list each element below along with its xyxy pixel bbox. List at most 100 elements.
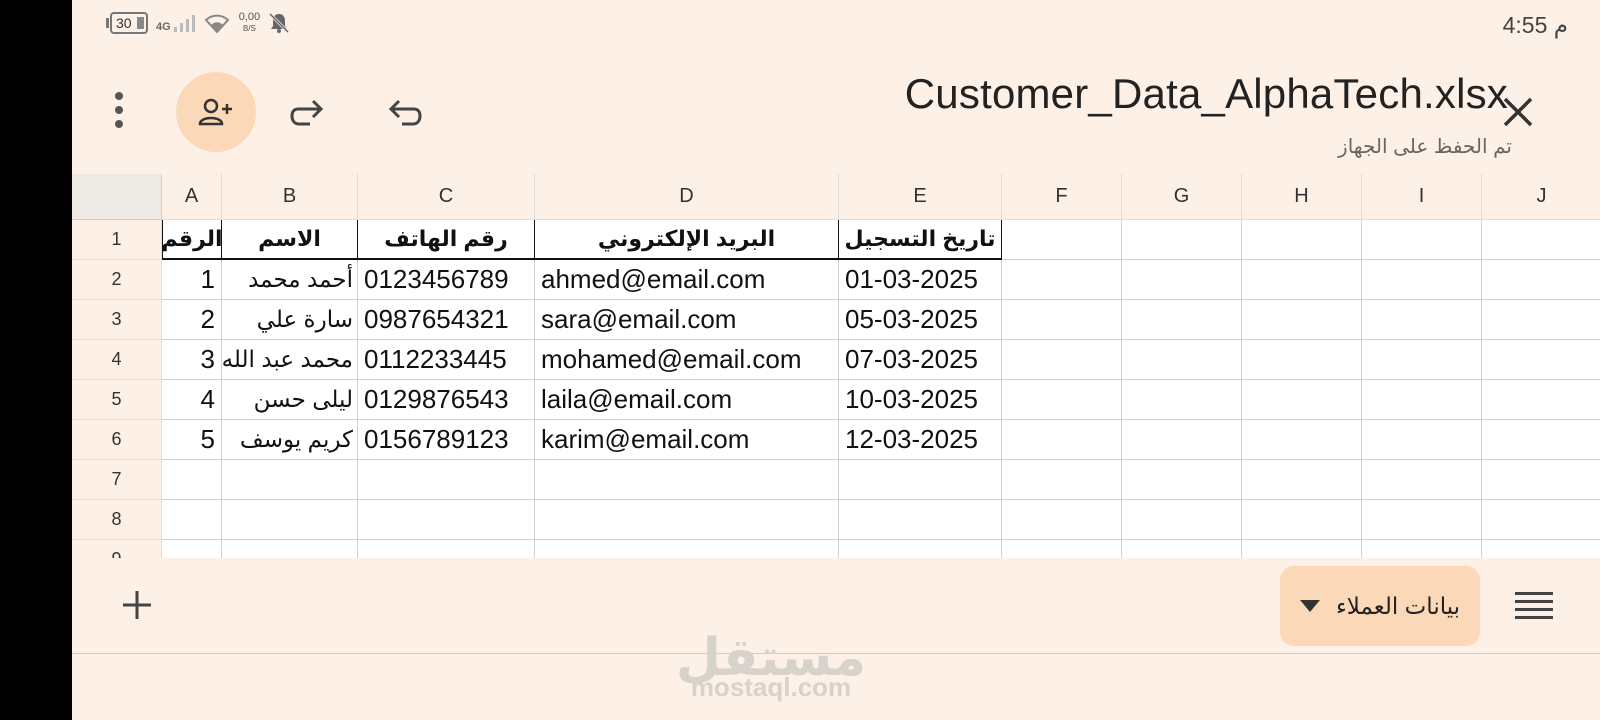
close-button[interactable] xyxy=(1488,82,1548,142)
cell-j1[interactable] xyxy=(1482,220,1600,260)
cell-c8[interactable] xyxy=(358,500,535,540)
column-header-c[interactable]: C xyxy=(358,174,535,220)
cell-e3[interactable]: 05-03-2025 xyxy=(839,300,1002,340)
cell-b3[interactable]: سارة علي xyxy=(222,300,358,340)
cell-g5[interactable] xyxy=(1122,380,1242,420)
cell-d4[interactable]: mohamed@email.com xyxy=(535,340,839,380)
cell-a8[interactable] xyxy=(162,500,222,540)
add-sheet-button[interactable] xyxy=(112,580,162,630)
cell-d7[interactable] xyxy=(535,460,839,500)
row-header-6[interactable]: 6 xyxy=(72,420,162,460)
cell-a9[interactable] xyxy=(162,540,222,558)
spreadsheet-grid[interactable]: ABCDEFGHIJ 123456789 الرقم12345 الاسمأحمد م… xyxy=(72,174,1600,558)
cell-a2[interactable]: 1 xyxy=(162,260,222,300)
cell-i4[interactable] xyxy=(1362,340,1482,380)
cell-j8[interactable] xyxy=(1482,500,1600,540)
cell-h6[interactable] xyxy=(1242,420,1362,460)
cell-j6[interactable] xyxy=(1482,420,1600,460)
cell-a6[interactable]: 5 xyxy=(162,420,222,460)
sheet-list-button[interactable] xyxy=(1512,584,1556,628)
cell-c5[interactable]: 0129876543 xyxy=(358,380,535,420)
cell-g4[interactable] xyxy=(1122,340,1242,380)
cell-c4[interactable]: 0112233445 xyxy=(358,340,535,380)
cell-d5[interactable]: laila@email.com xyxy=(535,380,839,420)
cell-e2[interactable]: 01-03-2025 xyxy=(839,260,1002,300)
cell-f2[interactable] xyxy=(1002,260,1122,300)
redo-button[interactable] xyxy=(278,82,338,142)
cell-g1[interactable] xyxy=(1122,220,1242,260)
cell-f3[interactable] xyxy=(1002,300,1122,340)
cell-j9[interactable] xyxy=(1482,540,1600,558)
cell-i6[interactable] xyxy=(1362,420,1482,460)
cell-j3[interactable] xyxy=(1482,300,1600,340)
row-header-2[interactable]: 2 xyxy=(72,260,162,300)
cell-i8[interactable] xyxy=(1362,500,1482,540)
cell-f8[interactable] xyxy=(1002,500,1122,540)
cell-j2[interactable] xyxy=(1482,260,1600,300)
cell-h3[interactable] xyxy=(1242,300,1362,340)
cell-d3[interactable]: sara@email.com xyxy=(535,300,839,340)
cell-a7[interactable] xyxy=(162,460,222,500)
cell-d2[interactable]: ahmed@email.com xyxy=(535,260,839,300)
cell-h2[interactable] xyxy=(1242,260,1362,300)
cell-e9[interactable] xyxy=(839,540,1002,558)
cell-h4[interactable] xyxy=(1242,340,1362,380)
cell-i5[interactable] xyxy=(1362,380,1482,420)
row-header-3[interactable]: 3 xyxy=(72,300,162,340)
cell-d9[interactable] xyxy=(535,540,839,558)
cell-j5[interactable] xyxy=(1482,380,1600,420)
column-header-e[interactable]: E xyxy=(839,174,1002,220)
cell-j4[interactable] xyxy=(1482,340,1600,380)
cell-c1[interactable]: رقم الهاتف xyxy=(358,220,535,260)
cell-h8[interactable] xyxy=(1242,500,1362,540)
cell-c3[interactable]: 0987654321 xyxy=(358,300,535,340)
cell-b7[interactable] xyxy=(222,460,358,500)
select-all-corner[interactable] xyxy=(72,174,162,220)
cell-b9[interactable] xyxy=(222,540,358,558)
cell-f4[interactable] xyxy=(1002,340,1122,380)
cell-f9[interactable] xyxy=(1002,540,1122,558)
cell-f6[interactable] xyxy=(1002,420,1122,460)
cell-b1[interactable]: الاسم xyxy=(222,220,358,260)
cell-g8[interactable] xyxy=(1122,500,1242,540)
column-header-j[interactable]: J xyxy=(1482,174,1600,220)
cell-i9[interactable] xyxy=(1362,540,1482,558)
cell-c6[interactable]: 0156789123 xyxy=(358,420,535,460)
cell-e5[interactable]: 10-03-2025 xyxy=(839,380,1002,420)
cell-b6[interactable]: كريم يوسف xyxy=(222,420,358,460)
cell-g2[interactable] xyxy=(1122,260,1242,300)
row-header-1[interactable]: 1 xyxy=(72,220,162,260)
cell-d1[interactable]: البريد الإلكتروني xyxy=(535,220,839,260)
row-header-5[interactable]: 5 xyxy=(72,380,162,420)
cell-f7[interactable] xyxy=(1002,460,1122,500)
cell-c9[interactable] xyxy=(358,540,535,558)
cell-d8[interactable] xyxy=(535,500,839,540)
cell-h9[interactable] xyxy=(1242,540,1362,558)
cell-g6[interactable] xyxy=(1122,420,1242,460)
more-options-button[interactable] xyxy=(102,82,136,138)
row-header-7[interactable]: 7 xyxy=(72,460,162,500)
column-header-b[interactable]: B xyxy=(222,174,358,220)
cell-d6[interactable]: karim@email.com xyxy=(535,420,839,460)
document-title[interactable]: Customer_Data_AlphaTech.xlsx xyxy=(905,70,1508,118)
cell-a5[interactable]: 4 xyxy=(162,380,222,420)
cell-b8[interactable] xyxy=(222,500,358,540)
cell-b4[interactable]: محمد عبد الله xyxy=(222,340,358,380)
cell-h7[interactable] xyxy=(1242,460,1362,500)
cell-j7[interactable] xyxy=(1482,460,1600,500)
column-header-f[interactable]: F xyxy=(1002,174,1122,220)
cell-b2[interactable]: أحمد محمد xyxy=(222,260,358,300)
column-header-h[interactable]: H xyxy=(1242,174,1362,220)
row-header-8[interactable]: 8 xyxy=(72,500,162,540)
column-header-a[interactable]: A xyxy=(162,174,222,220)
cell-h1[interactable] xyxy=(1242,220,1362,260)
undo-button[interactable] xyxy=(374,82,434,142)
cell-b5[interactable]: ليلى حسن xyxy=(222,380,358,420)
cell-i7[interactable] xyxy=(1362,460,1482,500)
column-header-i[interactable]: I xyxy=(1362,174,1482,220)
cell-i3[interactable] xyxy=(1362,300,1482,340)
cell-e4[interactable]: 07-03-2025 xyxy=(839,340,1002,380)
row-header-9[interactable]: 9 xyxy=(72,540,162,558)
cell-i2[interactable] xyxy=(1362,260,1482,300)
row-header-4[interactable]: 4 xyxy=(72,340,162,380)
